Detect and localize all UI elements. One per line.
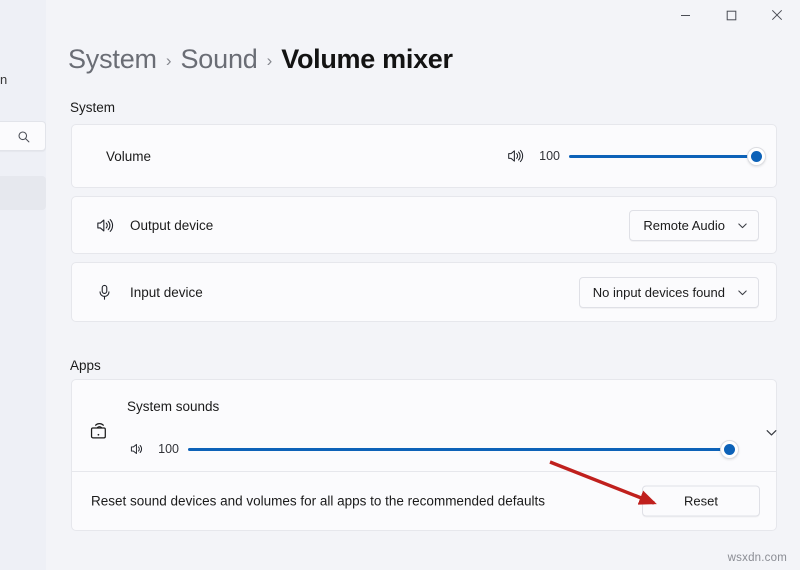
output-device-dropdown[interactable]: Remote Audio <box>629 209 759 241</box>
breadcrumb: System › Sound › Volume mixer <box>68 44 453 75</box>
chevron-right-icon: › <box>266 50 273 70</box>
chevron-down-icon <box>765 426 778 439</box>
input-device-row: Input device No input devices found <box>72 263 776 321</box>
input-device-dropdown[interactable]: No input devices found <box>578 276 759 308</box>
volume-track[interactable] <box>569 146 766 166</box>
volume-thumb[interactable] <box>747 146 766 166</box>
breadcrumb-item-system[interactable]: System <box>68 44 157 75</box>
watermark: wsxdn.com <box>727 552 787 564</box>
speaker-icon <box>128 440 146 458</box>
titlebar <box>662 0 800 32</box>
input-device-selected-value: No input devices found <box>592 284 725 300</box>
system-sounds-slider[interactable]: 100 <box>128 439 739 459</box>
volume-card: Volume 100 <box>71 124 777 188</box>
chevron-down-icon <box>737 287 748 298</box>
system-sounds-label: System sounds <box>127 399 220 414</box>
volume-row: Volume 100 <box>72 125 776 187</box>
wireless-display-icon <box>88 417 113 447</box>
reset-button[interactable]: Reset <box>642 485 760 517</box>
chevron-down-icon <box>737 220 748 231</box>
microphone-icon <box>92 280 116 304</box>
close-icon <box>771 9 783 21</box>
section-heading-apps: Apps <box>70 358 101 373</box>
search-icon <box>17 130 31 144</box>
minimize-button[interactable] <box>662 0 708 30</box>
page-title: Volume mixer <box>281 44 453 74</box>
sidebar: n <box>0 0 46 570</box>
volume-slider[interactable]: 100 <box>503 144 766 168</box>
system-sounds-track[interactable] <box>188 439 739 459</box>
system-sounds-thumb[interactable] <box>720 439 739 459</box>
output-device-label: Output device <box>130 217 214 233</box>
system-sounds-expand-button[interactable] <box>760 421 782 443</box>
input-device-card: Input device No input devices found <box>71 262 777 322</box>
volume-track-fill <box>569 154 759 158</box>
breadcrumb-item-sound[interactable]: Sound <box>181 44 258 75</box>
maximize-button[interactable] <box>708 0 754 30</box>
reset-description: Reset sound devices and volumes for all … <box>91 493 546 509</box>
system-sounds-value: 100 <box>158 442 179 456</box>
settings-window: n System › Sound › Volume mixer System V… <box>0 0 800 570</box>
chevron-right-icon: › <box>165 50 172 70</box>
close-button[interactable] <box>754 0 800 30</box>
output-device-card: Output device Remote Audio <box>71 196 777 254</box>
minimize-icon <box>680 10 691 21</box>
reset-card: Reset sound devices and volumes for all … <box>71 471 777 531</box>
volume-label: Volume <box>106 148 152 164</box>
search-input[interactable] <box>0 121 46 151</box>
output-device-row: Output device Remote Audio <box>72 197 776 253</box>
speaker-icon <box>92 213 116 237</box>
input-device-label: Input device <box>130 284 203 300</box>
output-device-selected-value: Remote Audio <box>643 217 725 233</box>
maximize-icon <box>726 10 737 21</box>
speaker-icon <box>503 144 527 168</box>
volume-value: 100 <box>539 149 560 163</box>
section-heading-system: System <box>70 100 116 115</box>
sidebar-fragment-label: n <box>0 72 8 87</box>
system-sounds-track-fill <box>188 447 732 451</box>
sidebar-item-selected[interactable] <box>0 176 46 210</box>
